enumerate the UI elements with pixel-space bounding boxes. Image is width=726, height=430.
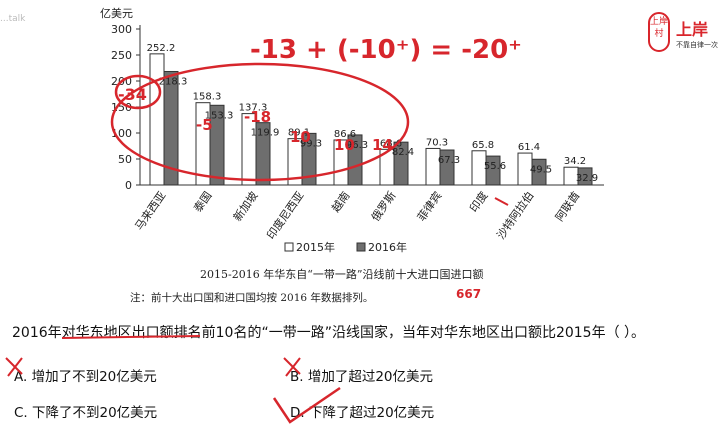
chart-note: 注：前十大出口国和进口国均按 2016 年数据排列。 bbox=[130, 291, 373, 304]
handwritten-side-note: 667 bbox=[456, 287, 481, 301]
data-label-2016: 82.4 bbox=[392, 147, 414, 158]
chart-legend: 2015年 2016年 2015-2016 年华东自“一带一路”沿线前十大进口国进口… bbox=[130, 240, 483, 304]
handwritten-tick bbox=[494, 197, 509, 206]
bar-2015 bbox=[425, 147, 441, 186]
logo-slogan: 不靠自律一次 bbox=[676, 41, 718, 49]
y-axis-label: 亿美元 bbox=[100, 7, 133, 20]
category-label: 越南 bbox=[328, 189, 352, 215]
category-label: 马来西亚 bbox=[133, 189, 169, 232]
category-label: 印度尼西亚 bbox=[263, 189, 306, 242]
data-label-2016: 49.5 bbox=[530, 164, 552, 175]
handwritten-option-marks bbox=[5, 335, 341, 424]
legend-swatch-2015 bbox=[284, 242, 294, 252]
data-label-2015: 61.4 bbox=[518, 142, 540, 153]
logo-seal: 上岸村 bbox=[648, 12, 670, 52]
y-tick-label: 50 bbox=[118, 153, 132, 166]
category-label: 俄罗斯 bbox=[369, 189, 399, 223]
bar-chart: 050100150200250300亿美元 252.2218.3马来西亚158.… bbox=[100, 7, 604, 304]
y-tick-label: 250 bbox=[111, 49, 132, 62]
category-label: 新加坡 bbox=[230, 189, 260, 224]
category-label: 泰国 bbox=[190, 189, 214, 215]
handwritten-mark: -5 bbox=[196, 116, 213, 134]
logo-name: 上岸 bbox=[676, 20, 709, 39]
legend-label-2015: 2015年 bbox=[296, 240, 335, 254]
handwritten-circle-label: -34 bbox=[118, 85, 147, 104]
category-label: 阿联酋 bbox=[552, 189, 582, 224]
data-label-2015: 158.3 bbox=[193, 92, 222, 103]
data-label-2015: 70.3 bbox=[426, 137, 448, 148]
underline-mark bbox=[61, 335, 201, 339]
cross-mark-b bbox=[283, 357, 301, 377]
handwritten-equation: -13 + (-10⁺) = -20⁺ bbox=[250, 35, 522, 65]
check-mark-d bbox=[272, 386, 341, 424]
handwritten-mark: 10 bbox=[290, 128, 311, 146]
data-label-2015: 34.2 bbox=[564, 156, 586, 167]
data-label-2016: 67.3 bbox=[438, 155, 460, 166]
data-label-2016: 55.6 bbox=[484, 161, 506, 172]
y-tick-label: 300 bbox=[111, 23, 132, 36]
chart-title: 2015-2016 年华东自“一带一路”沿线前十大进口国进口额 bbox=[200, 267, 483, 281]
handwriting-annotations: -13 + (-10⁺) = -20⁺ -34 -5 -18 10 10 14 667 bbox=[110, 35, 522, 301]
category-label: 印度 bbox=[466, 189, 490, 215]
handwritten-mark: -18 bbox=[244, 108, 271, 126]
category-label: 菲律宾 bbox=[414, 189, 444, 224]
data-label-2016: 119.9 bbox=[251, 128, 280, 139]
data-label-2016: 32.9 bbox=[576, 173, 598, 184]
legend-label-2016: 2016年 bbox=[368, 240, 407, 254]
brand-logo: 上岸村 上岸 不靠自律一次 bbox=[648, 10, 726, 62]
data-label-2015: 65.8 bbox=[472, 140, 494, 151]
handwritten-mark: 14 bbox=[372, 136, 393, 154]
cross-mark-a bbox=[5, 357, 23, 377]
category-label: 沙特阿拉伯 bbox=[493, 189, 536, 242]
legend-swatch-2016 bbox=[356, 242, 366, 252]
handwritten-mark: 10 bbox=[334, 136, 355, 154]
data-label-2015: 252.2 bbox=[147, 43, 176, 54]
y-tick-label: 0 bbox=[125, 179, 132, 192]
